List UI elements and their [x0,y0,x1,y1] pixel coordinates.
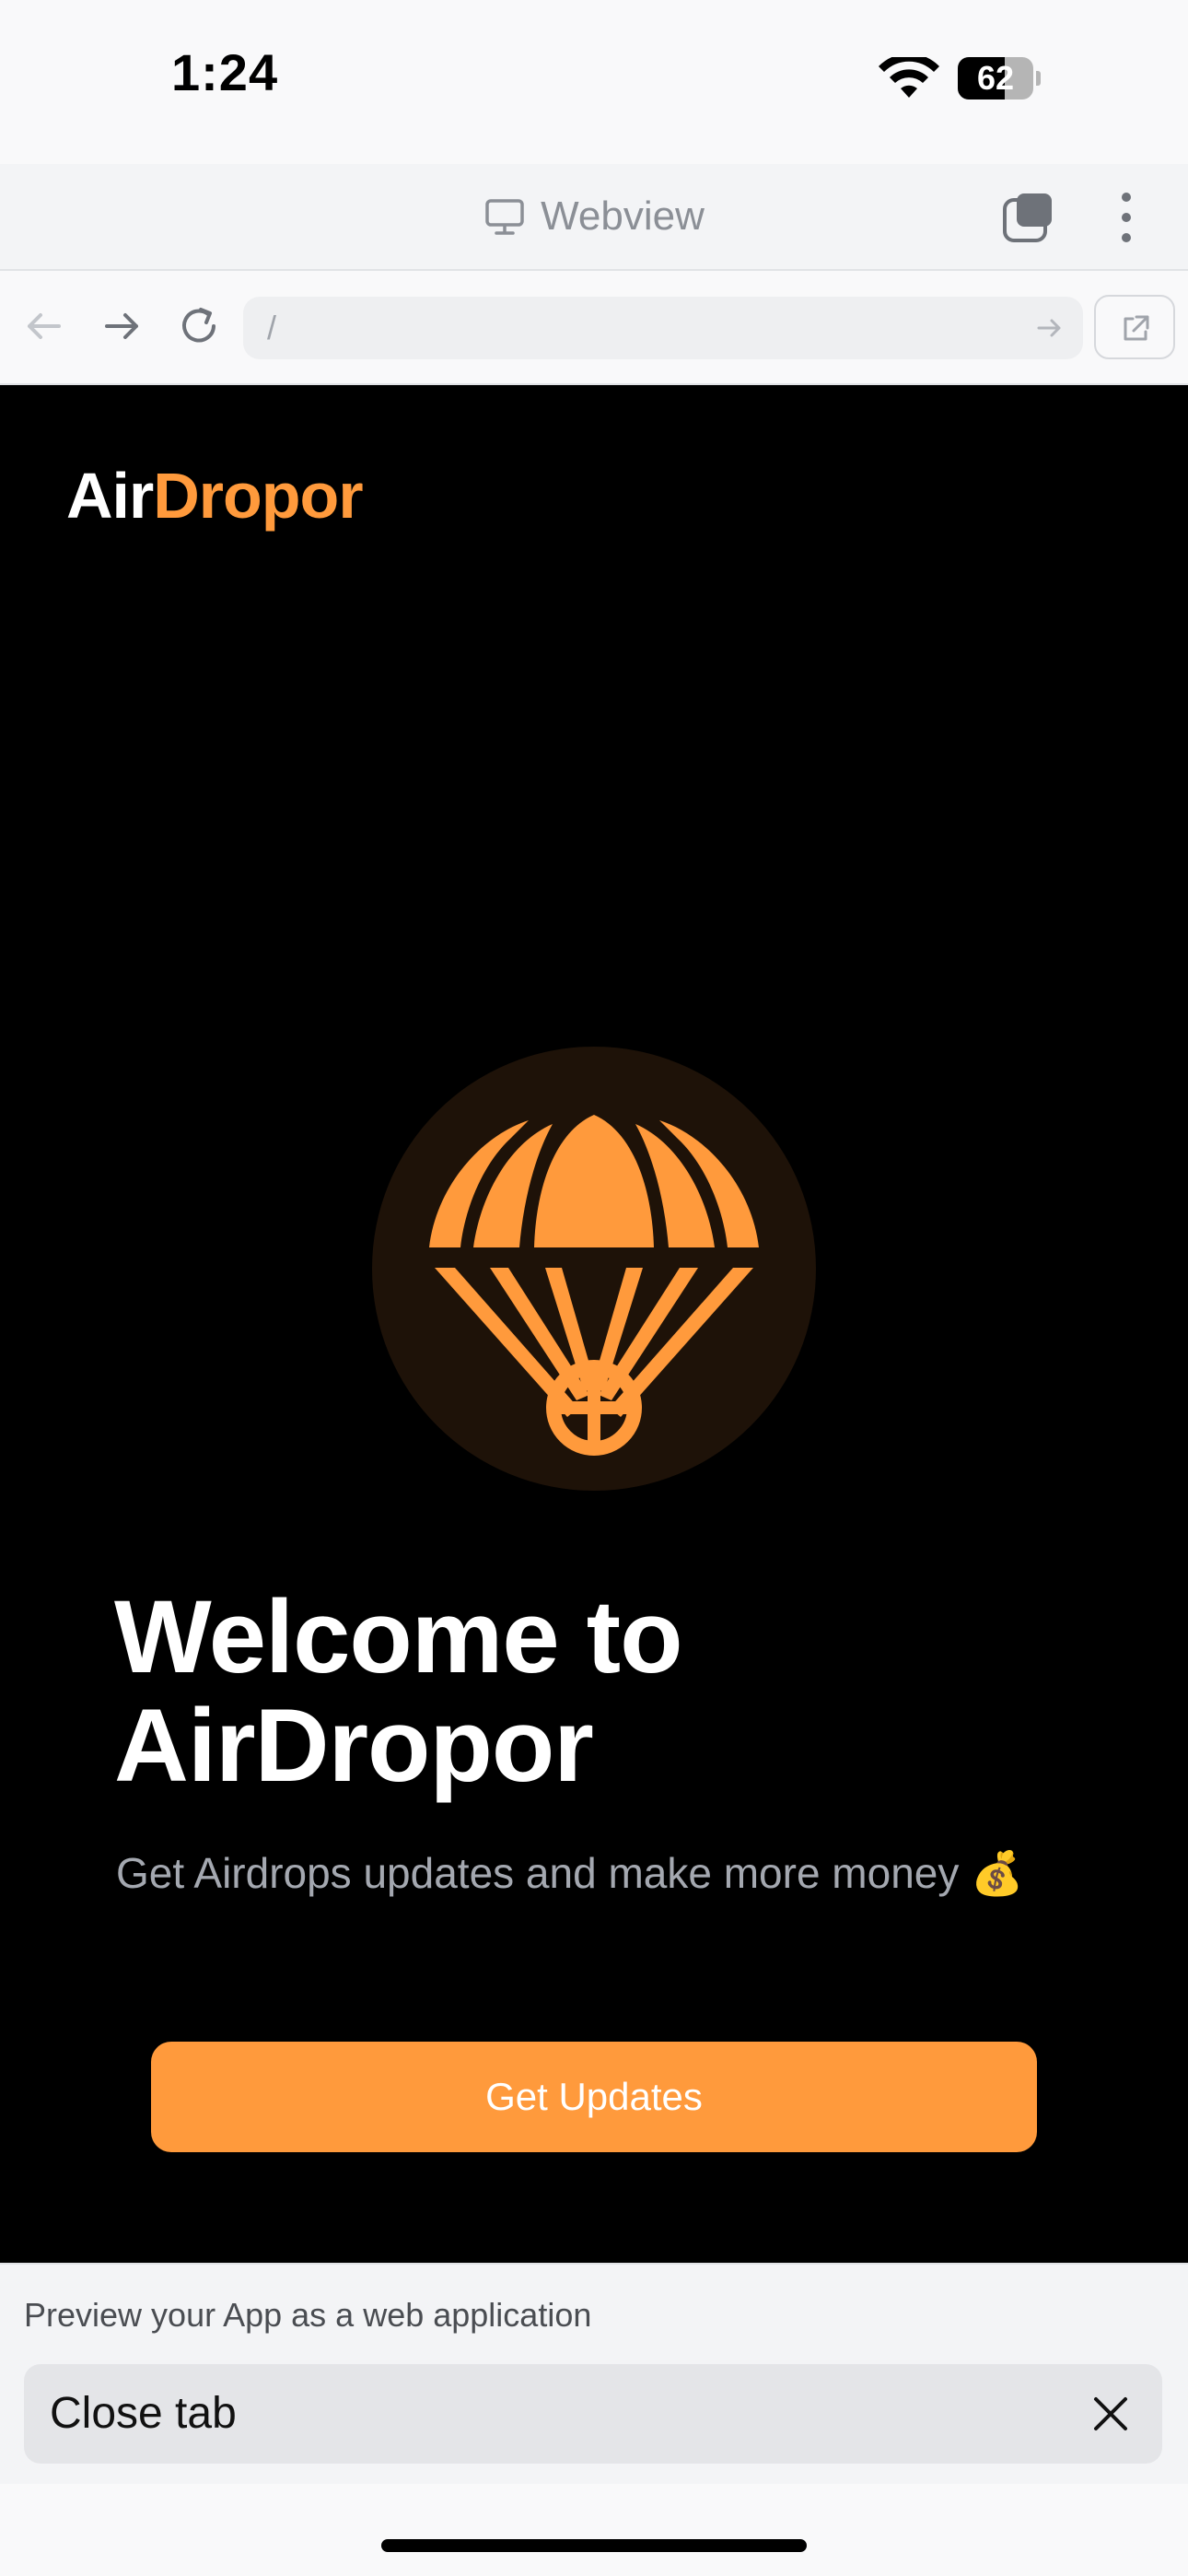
reload-icon[interactable] [173,300,225,352]
webview-title-bar: Webview [0,164,1188,271]
status-bar: 1:24 62 [0,0,1188,164]
address-bar: / [0,271,1188,385]
hero-badge [372,1047,816,1491]
more-vertical-icon[interactable] [1112,190,1140,245]
wifi-icon [879,57,939,98]
close-tab-button[interactable]: Close tab [24,2364,1162,2464]
tabs-icon[interactable] [1002,192,1054,243]
home-area [0,2484,1188,2576]
preview-panel: Preview your App as a web application Cl… [0,2263,1188,2486]
home-indicator[interactable] [381,2539,807,2552]
monitor-icon [485,199,524,235]
app-logo[interactable]: AirDropor [66,459,364,533]
app-content: AirDropor Welcome to AirDropor Get Airdr… [0,385,1188,2263]
close-tab-label: Close tab [50,2389,237,2438]
forward-arrow-icon[interactable] [96,300,147,352]
back-arrow-icon[interactable] [18,300,70,352]
logo-text-dropor: Dropor [153,460,363,532]
battery-icon: 62 [958,57,1041,100]
open-external-icon [1124,315,1149,341]
open-external-button[interactable] [1094,295,1175,359]
status-time: 1:24 [171,43,279,101]
webview-title: Webview [541,193,705,239]
battery-percent: 62 [976,59,1015,97]
close-icon[interactable] [1092,2395,1129,2432]
url-text: / [267,309,277,346]
url-input[interactable]: / [243,297,1083,359]
preview-description: Preview your App as a web application [24,2296,592,2334]
go-arrow-icon[interactable] [1035,313,1065,343]
welcome-subtitle: Get Airdrops updates and make more money… [116,1849,1024,1897]
parachute-icon [429,1115,759,1456]
logo-text-air: Air [66,460,154,532]
welcome-title: Welcome to AirDropor [114,1579,683,1803]
get-updates-button[interactable]: Get Updates [151,2042,1037,2152]
